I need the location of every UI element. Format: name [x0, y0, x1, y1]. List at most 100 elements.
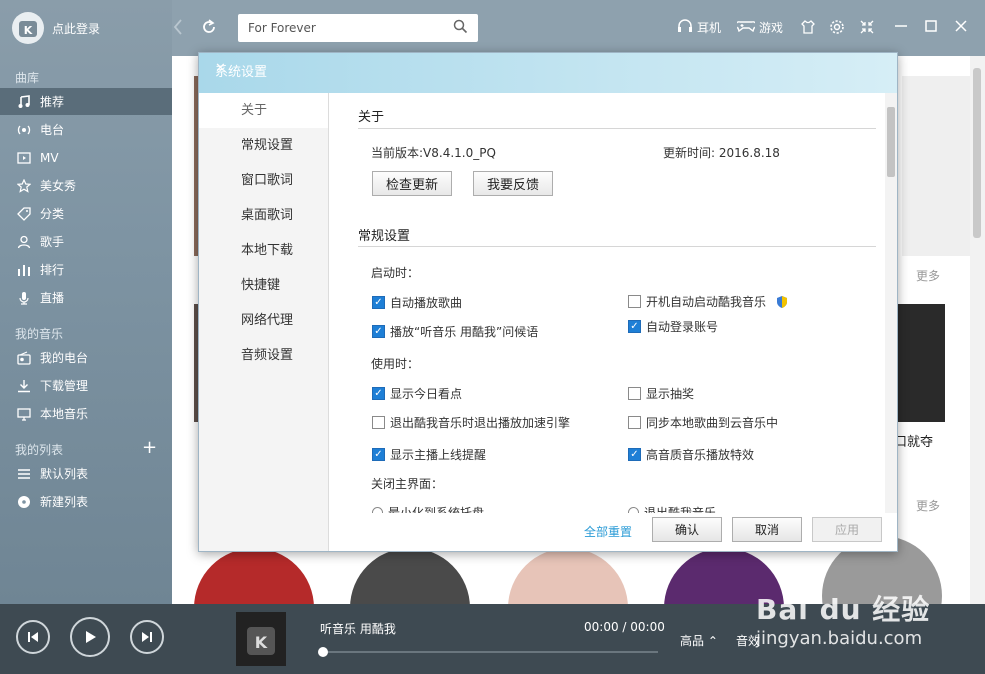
exit-app-radio[interactable]: 退出酷我音乐: [628, 504, 716, 513]
gear-icon[interactable]: [829, 19, 845, 39]
checkmark-icon[interactable]: ✓: [372, 296, 385, 309]
sidebar-item-radio[interactable]: 电台: [0, 116, 172, 143]
next-button[interactable]: [130, 620, 164, 654]
cancel-button[interactable]: 取消: [732, 517, 802, 542]
settings-tab-download[interactable]: 本地下载: [199, 233, 328, 268]
search-input[interactable]: [248, 21, 453, 35]
sidebar-item-download[interactable]: 下载管理: [0, 372, 172, 399]
on-use-label: 使用时：: [371, 357, 420, 371]
maximize-icon[interactable]: [924, 19, 938, 37]
quality-label: 高品: [680, 634, 705, 648]
sidebar-item-singer[interactable]: 歌手: [0, 228, 172, 255]
settings-tab-proxy[interactable]: 网络代理: [199, 303, 328, 338]
checkmark-icon[interactable]: ✓: [628, 320, 641, 333]
sidebar-item-label: 美女秀: [40, 179, 77, 193]
sidebar-item-ranking[interactable]: 排行: [0, 256, 172, 283]
previous-icon: [28, 632, 38, 642]
settings-tab-audio[interactable]: 音频设置: [199, 338, 328, 373]
avatar[interactable]: K: [12, 12, 44, 44]
checkmark-icon[interactable]: ✓: [372, 325, 385, 338]
add-list-button[interactable]: +: [142, 439, 157, 457]
progress-knob[interactable]: [318, 647, 328, 657]
scrollbar-thumb[interactable]: [887, 107, 895, 177]
sidebar-item-label: 本地音乐: [40, 407, 89, 421]
playlist-title-right[interactable]: 口就夺: [894, 431, 933, 450]
refresh-icon[interactable]: [200, 18, 218, 40]
reset-all-link[interactable]: 全部重置: [584, 523, 632, 540]
sidebar-item-recommend[interactable]: 推荐: [0, 88, 172, 115]
progress-bar[interactable]: [322, 651, 658, 653]
album-cover[interactable]: K: [236, 612, 286, 666]
auto-start-checkbox[interactable]: 开机自动启动酷我音乐: [628, 293, 789, 310]
minimize-tray-radio[interactable]: 最小化到系统托盘: [372, 504, 484, 513]
checkbox-box[interactable]: [628, 416, 641, 429]
settings-tab-window-lyrics[interactable]: 窗口歌词: [199, 163, 328, 198]
dialog-title-bar[interactable]: 系统设置 ✕: [199, 53, 897, 93]
close-icon[interactable]: [954, 19, 968, 37]
login-area[interactable]: K 点此登录: [12, 12, 100, 44]
anchor-reminder-checkbox[interactable]: ✓ 显示主播上线提醒: [372, 446, 486, 463]
playlist-cover-right[interactable]: [897, 304, 945, 422]
more-link-2[interactable]: 更多: [916, 497, 940, 514]
sidebar-item-default-list[interactable]: 默认列表: [0, 460, 172, 487]
music-note-icon: [16, 94, 32, 110]
show-today-checkbox[interactable]: ✓ 显示今日看点: [372, 385, 462, 402]
settings-tab-desktop-lyrics[interactable]: 桌面歌词: [199, 198, 328, 233]
search-box[interactable]: [238, 14, 478, 42]
hq-effect-checkbox[interactable]: ✓ 高音质音乐播放特效: [628, 446, 754, 463]
checkmark-icon[interactable]: ✓: [372, 387, 385, 400]
exit-accel-checkbox[interactable]: 退出酷我音乐时退出播放加速引擎: [372, 414, 570, 431]
login-label[interactable]: 点此登录: [52, 20, 100, 37]
play-button[interactable]: [70, 617, 110, 657]
sidebar-item-beauty[interactable]: 美女秀: [0, 172, 172, 199]
back-icon[interactable]: [172, 18, 184, 40]
minimize-icon[interactable]: [894, 19, 908, 37]
chevron-up-icon: ⌃: [707, 634, 718, 648]
settings-tab-general[interactable]: 常规设置: [199, 128, 328, 163]
sidebar-item-my-radio[interactable]: 我的电台: [0, 344, 172, 371]
divider: [358, 246, 876, 247]
check-update-button[interactable]: 检查更新: [372, 171, 452, 196]
sidebar-item-local-music[interactable]: 本地音乐: [0, 400, 172, 427]
monitor-icon: [16, 406, 32, 422]
checkmark-icon[interactable]: ✓: [372, 448, 385, 461]
earphone-button[interactable]: 耳机: [677, 19, 721, 36]
show-lottery-checkbox[interactable]: 显示抽奖: [628, 385, 694, 402]
more-link[interactable]: 更多: [916, 267, 940, 284]
scrollbar-thumb[interactable]: [973, 68, 981, 238]
checkbox-box[interactable]: [628, 295, 641, 308]
apply-button[interactable]: 应用: [812, 517, 882, 542]
search-icon[interactable]: [453, 19, 468, 37]
game-button[interactable]: 游戏: [735, 19, 783, 36]
dialog-scrollbar[interactable]: [885, 93, 897, 513]
sidebar-item-category[interactable]: 分类: [0, 200, 172, 227]
sidebar-item-new-list[interactable]: 新建列表: [0, 488, 172, 515]
top-bar: 耳机 游戏: [172, 0, 985, 56]
settings-tab-about[interactable]: 关于: [199, 93, 328, 128]
main-scrollbar[interactable]: [970, 56, 985, 604]
previous-button[interactable]: [16, 620, 50, 654]
skin-icon[interactable]: [800, 19, 816, 39]
sync-cloud-checkbox[interactable]: 同步本地歌曲到云音乐中: [628, 414, 778, 431]
gamepad-icon: [735, 19, 757, 36]
greeting-checkbox[interactable]: ✓ 播放“听音乐 用酷我”问候语: [372, 323, 538, 340]
dialog-close-icon[interactable]: ✕: [215, 61, 889, 76]
section-title-my-music: 我的音乐: [15, 327, 64, 341]
checkmark-icon[interactable]: ✓: [628, 448, 641, 461]
sidebar-item-mv[interactable]: MV: [0, 144, 172, 171]
mini-mode-icon[interactable]: [859, 19, 875, 39]
quality-selector[interactable]: 高品 ⌃: [680, 632, 718, 649]
auto-login-checkbox[interactable]: ✓ 自动登录账号: [628, 318, 718, 335]
checkbox-box[interactable]: [372, 416, 385, 429]
feedback-button[interactable]: 我要反馈: [473, 171, 553, 196]
ok-button[interactable]: 确认: [652, 517, 722, 542]
tag-icon: [16, 206, 32, 222]
settings-tab-shortcuts[interactable]: 快捷键: [199, 268, 328, 303]
checkbox-box[interactable]: [628, 387, 641, 400]
banner-image-right[interactable]: [902, 76, 972, 256]
auto-play-checkbox[interactable]: ✓ 自动播放歌曲: [372, 294, 462, 311]
on-start-label: 启动时：: [371, 266, 420, 280]
disc-icon: [16, 494, 32, 510]
now-playing-title[interactable]: 听音乐 用酷我: [320, 620, 396, 637]
sidebar-item-live[interactable]: 直播: [0, 284, 172, 311]
